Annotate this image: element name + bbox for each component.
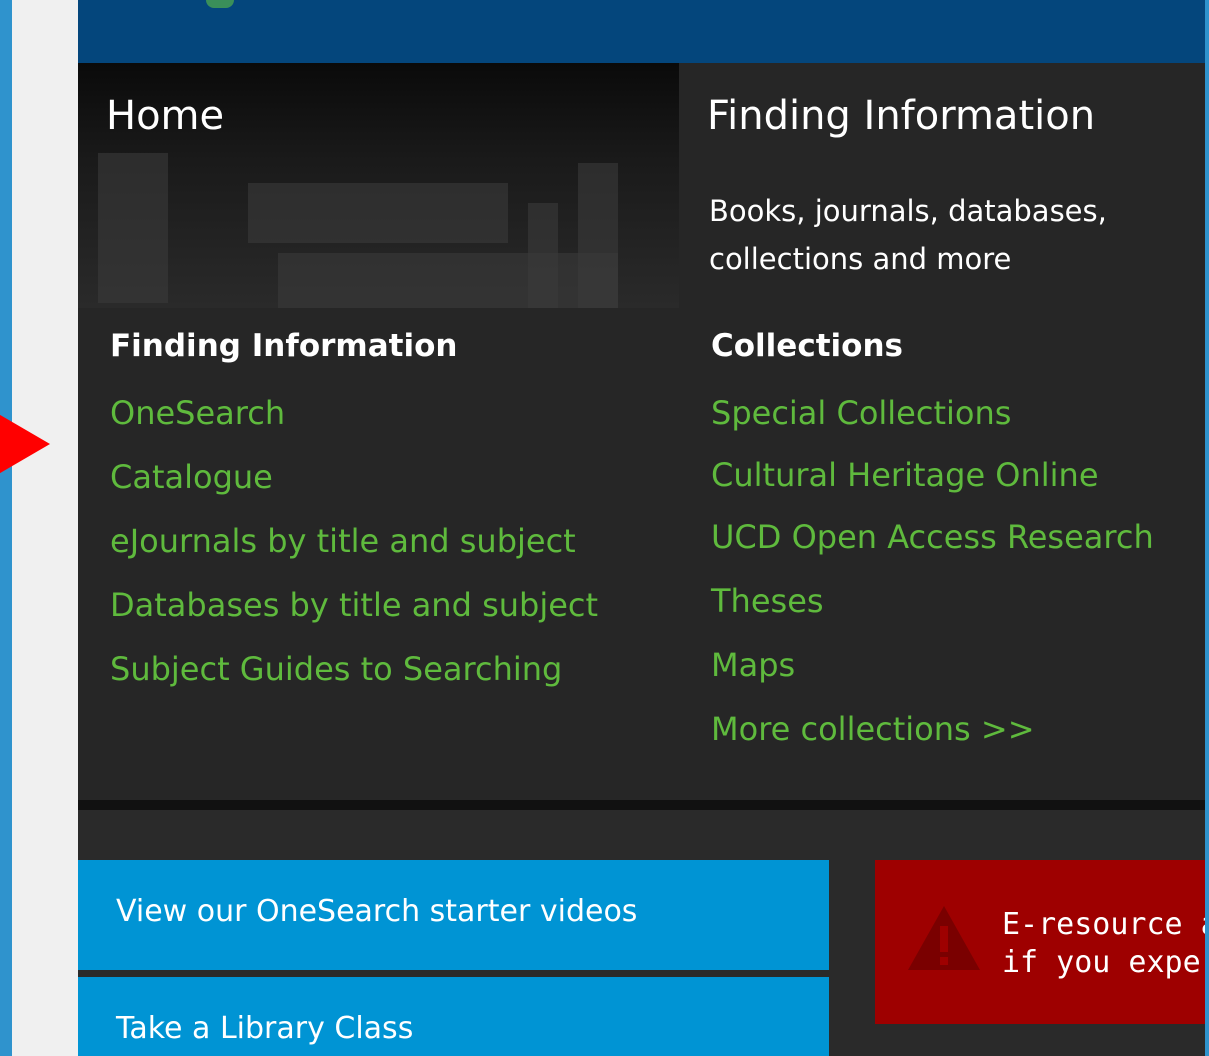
link-theses[interactable]: Theses [711, 582, 824, 620]
top-bar [78, 0, 1205, 63]
library-class-label: Take a Library Class [116, 1011, 414, 1046]
alert-line-1: E-resource a [1002, 907, 1205, 942]
finding-information-subtitle: Books, journals, databases, collections … [709, 194, 1107, 276]
onesearch-videos-label: View our OneSearch starter videos [116, 894, 638, 929]
library-class-button[interactable]: Take a Library Class [78, 977, 829, 1056]
link-ucd-open-access-research[interactable]: UCD Open Access Research [711, 518, 1154, 556]
hero-image-shelf [278, 253, 618, 308]
home-hero[interactable]: Home [78, 63, 679, 308]
link-databases[interactable]: Databases by title and subject [110, 586, 598, 624]
link-catalogue[interactable]: Catalogue [110, 458, 273, 496]
link-more-collections[interactable]: More collections >> [711, 710, 1035, 748]
alert-line-2: if you exper [1002, 945, 1205, 980]
home-title[interactable]: Home [106, 93, 224, 139]
page-gutter [12, 0, 78, 1056]
red-arrow-annotation [0, 380, 50, 508]
mega-menu: Finding Information OneSearch Catalogue … [78, 308, 1205, 808]
hero-image-shelf [528, 203, 558, 308]
hero-image-shelf [248, 183, 508, 243]
link-ejournals[interactable]: eJournals by title and subject [110, 522, 576, 560]
right-edge [1205, 0, 1209, 1056]
link-maps[interactable]: Maps [711, 646, 795, 684]
link-subject-guides[interactable]: Subject Guides to Searching [110, 650, 562, 688]
hero-image-shelf [578, 163, 618, 308]
library-site: Home Finding Information Books, journals… [78, 0, 1205, 1056]
link-cultural-heritage-online[interactable]: Cultural Heritage Online [711, 456, 1099, 494]
collections-heading: Collections [711, 328, 903, 364]
e-resource-alert[interactable]: E-resource a if you exper [875, 860, 1205, 1024]
warning-icon [908, 906, 980, 970]
link-onesearch[interactable]: OneSearch [110, 394, 285, 432]
logo-fragment [206, 0, 234, 8]
hero-image-shelf [98, 153, 168, 303]
finding-information-heading: Finding Information [110, 328, 458, 364]
finding-information-title[interactable]: Finding Information [707, 93, 1095, 139]
menu-bottom-edge [78, 800, 1205, 810]
onesearch-videos-button[interactable]: View our OneSearch starter videos [78, 860, 829, 970]
alert-text: E-resource a if you exper [1002, 906, 1205, 982]
finding-information-panel: Finding Information Books, journals, dat… [679, 63, 1205, 308]
link-special-collections[interactable]: Special Collections [711, 394, 1011, 432]
